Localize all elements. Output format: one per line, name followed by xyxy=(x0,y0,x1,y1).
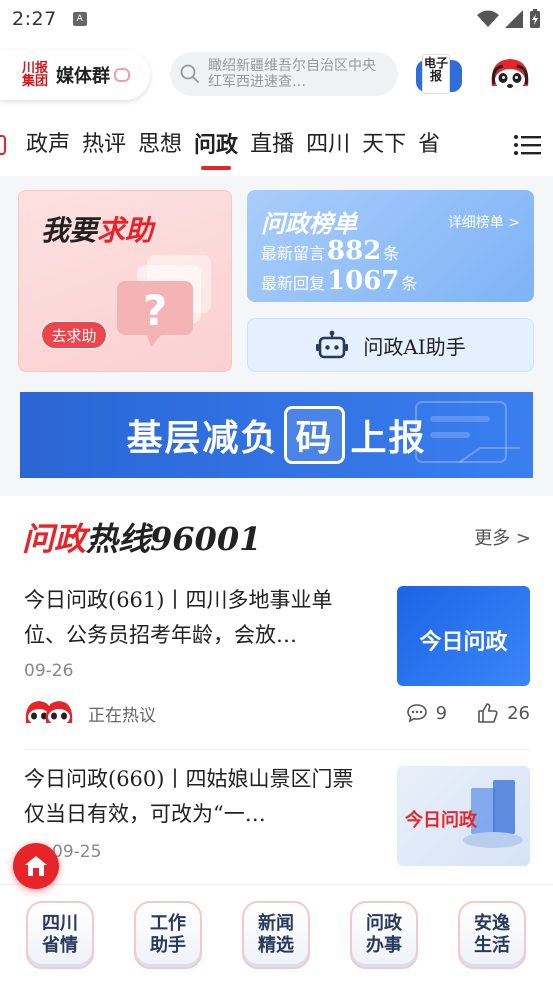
notification-icon: A xyxy=(72,12,87,26)
latest-message-count: 882 xyxy=(327,236,382,266)
bottom-service-bar: 四川 省情 工作 助手 新闻 精选 问政 办事 安逸 生活 xyxy=(0,884,553,984)
news-selection-button[interactable]: 新闻 精选 xyxy=(242,901,310,969)
hotline-section-header: 问政热线96001 更多 > xyxy=(0,500,553,572)
tab-wenzheng[interactable]: 问政 xyxy=(188,118,244,172)
media-group-button[interactable]: 川报集团 媒体群 xyxy=(0,50,150,100)
app-header: 川报集团 媒体群 瞰绍新疆维吾尔自治区中央红军西进速查… 电子报 xyxy=(0,44,553,108)
comment-icon[interactable] xyxy=(406,703,428,723)
epaper-button[interactable]: 电子报 xyxy=(416,54,464,94)
tab-partial-icon xyxy=(0,135,6,155)
tab-zhibo[interactable]: 直播 xyxy=(244,118,300,172)
battery-icon xyxy=(530,9,540,28)
latest-reply-count: 1067 xyxy=(327,266,400,296)
rank-title: 问政榜单 xyxy=(261,209,357,238)
anyi-life-button[interactable]: 安逸 生活 xyxy=(458,901,526,969)
tab-sichuan[interactable]: 四川 xyxy=(300,118,356,172)
ai-assistant-button[interactable]: 问政AI助手 xyxy=(247,318,534,372)
jiceng-jianfu-banner[interactable]: 基层减负码上报 xyxy=(20,392,533,478)
rank-card[interactable]: 问政榜单 详细榜单 > 最新留言 882 条 最新回复 1067 条 xyxy=(247,190,534,302)
news-title[interactable]: 今日问政(660)丨四姑娘山景区门票仅当日有效，可改为“一… xyxy=(24,762,374,832)
panda-avatar-icon[interactable] xyxy=(489,56,531,92)
tab-tianxia[interactable]: 天下 xyxy=(356,118,412,172)
tab-sixiang[interactable]: 思想 xyxy=(132,118,188,172)
svg-text:?: ? xyxy=(143,286,167,335)
bottom-button-label: 新闻 精选 xyxy=(258,913,294,956)
comment-count: 9 xyxy=(435,702,448,724)
more-link[interactable]: 更多 > xyxy=(474,524,531,550)
question-bubble-icon: ? xyxy=(117,255,211,347)
wifi-icon xyxy=(477,10,499,27)
tab-sheng[interactable]: 省 xyxy=(412,118,446,172)
help-title: 我要求助 xyxy=(41,214,154,247)
bottom-button-label: 安逸 生活 xyxy=(474,913,510,956)
help-button[interactable]: 去求助 xyxy=(41,321,107,349)
news-date: 09-26 xyxy=(24,661,74,681)
group-logo: 川报集团 xyxy=(21,61,48,89)
panda-avatars-icon xyxy=(25,701,73,725)
sichuan-shengqing-button[interactable]: 四川 省情 xyxy=(26,901,94,969)
news-thumbnail[interactable]: 今日问政 xyxy=(397,586,530,686)
home-floating-button[interactable] xyxy=(13,843,59,889)
news-item[interactable]: 今日问政(661)丨四川多地事业单位、公务员招考年龄，会放… 09-26 今日问… xyxy=(0,583,553,751)
wenzheng-services-button[interactable]: 问政 办事 xyxy=(350,901,418,969)
section-title: 问政热线96001 xyxy=(22,520,262,558)
like-icon[interactable] xyxy=(477,702,499,724)
like-count: 26 xyxy=(507,702,530,724)
banner-text: 基层减负码上报 xyxy=(126,406,426,464)
news-stats: 9 26 xyxy=(406,702,530,724)
group-name: 媒体群 xyxy=(56,66,110,87)
switch-icon xyxy=(114,68,130,82)
search-bar[interactable]: 瞰绍新疆维吾尔自治区中央红军西进速查… xyxy=(170,52,398,96)
work-assistant-button[interactable]: 工作 助手 xyxy=(134,901,202,969)
news-thumbnail[interactable]: 今日问政 xyxy=(397,766,530,866)
signal-icon xyxy=(505,10,523,28)
search-placeholder: 瞰绍新疆维吾尔自治区中央红军西进速查… xyxy=(208,58,376,90)
hot-discussion-label: 正在热议 xyxy=(88,705,156,726)
rank-detail-link[interactable]: 详细榜单 > xyxy=(448,212,520,232)
status-icons xyxy=(477,9,541,29)
tab-repin[interactable]: 热评 xyxy=(76,118,132,172)
divider xyxy=(24,749,530,750)
news-title[interactable]: 今日问政(661)丨四川多地事业单位、公务员招考年龄，会放… xyxy=(24,583,374,653)
tab-zhengsheng[interactable]: 政声 xyxy=(20,118,76,172)
news-meta: 正在热议 9 26 xyxy=(24,699,530,727)
latest-message-line: 最新留言 882 条 xyxy=(261,236,400,266)
home-icon xyxy=(25,856,47,876)
bottom-button-label: 问政 办事 xyxy=(366,913,402,956)
latest-reply-line: 最新回复 1067 条 xyxy=(261,266,418,296)
wenzheng-cards: 我要求助 ? 去求助 问政榜单 详细榜单 > 最新留言 882 条 最新回复 1… xyxy=(0,176,553,496)
news-date: 09-25 xyxy=(52,842,102,862)
tabs-fade xyxy=(473,118,513,172)
epaper-label: 电子报 xyxy=(422,54,450,94)
ai-assistant-label: 问政AI助手 xyxy=(363,334,466,359)
status-time: 2:27 xyxy=(12,8,57,30)
news-item[interactable]: 今日问政(660)丨四姑娘山景区门票仅当日有效，可改为“一… 09-25 今日问… xyxy=(0,762,553,884)
status-bar: 2:27 A xyxy=(0,0,553,38)
channel-tabs: 政声 热评 思想 问政 直播 四川 天下 省 xyxy=(0,118,553,172)
bottom-button-label: 工作 助手 xyxy=(150,913,186,956)
bottom-button-label: 四川 省情 xyxy=(42,913,78,956)
help-card[interactable]: 我要求助 ? 去求助 xyxy=(18,190,232,372)
search-icon xyxy=(180,64,199,83)
robot-icon xyxy=(316,330,349,359)
menu-icon[interactable] xyxy=(513,133,541,157)
